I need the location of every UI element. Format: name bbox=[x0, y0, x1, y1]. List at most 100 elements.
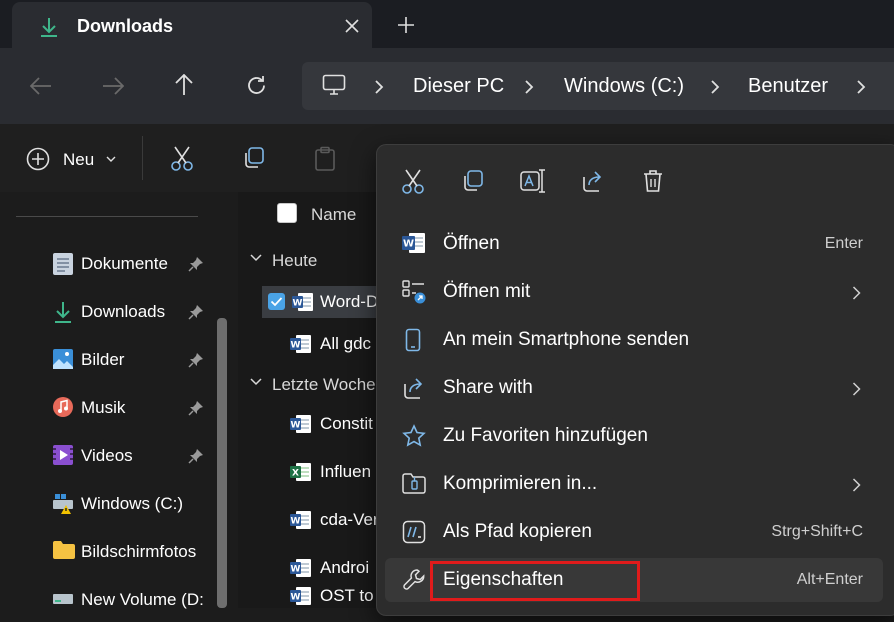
pin-icon[interactable] bbox=[188, 448, 204, 464]
tab-downloads[interactable]: Downloads bbox=[12, 2, 372, 48]
menu-item-label: An mein Smartphone senden bbox=[443, 329, 690, 350]
phone-icon bbox=[405, 328, 421, 352]
sidebar-item-windows-c[interactable]: Windows (C:) bbox=[0, 482, 236, 526]
menu-item-send-to-phone[interactable]: An mein Smartphone senden bbox=[385, 318, 883, 362]
plus-circle-icon[interactable] bbox=[26, 147, 50, 171]
word-icon: W bbox=[290, 334, 312, 354]
chevron-down-icon[interactable] bbox=[250, 254, 262, 262]
menu-item-label: Zu Favoriten hinzufügen bbox=[443, 425, 648, 446]
wrench-icon bbox=[402, 568, 426, 592]
svg-text:W: W bbox=[291, 593, 301, 603]
share-icon bbox=[402, 376, 426, 400]
group-header[interactable]: Heute bbox=[272, 251, 317, 271]
paste-icon[interactable] bbox=[314, 146, 336, 172]
file-name: Influen bbox=[320, 462, 372, 481]
sidebar-item-downloads[interactable]: Downloads bbox=[0, 290, 236, 334]
copy-icon[interactable] bbox=[461, 169, 485, 193]
share-icon[interactable] bbox=[581, 169, 605, 193]
menu-item-open-with[interactable]: Öffnen mit bbox=[385, 270, 883, 314]
arrow-left-icon[interactable] bbox=[30, 76, 52, 96]
breadcrumb-item[interactable]: Benutzer bbox=[748, 75, 828, 98]
file-row[interactable]: W OST to bbox=[262, 584, 382, 608]
svg-text:X: X bbox=[292, 469, 299, 479]
music-icon bbox=[52, 396, 74, 418]
pin-icon[interactable] bbox=[188, 400, 204, 416]
file-row[interactable]: W cda-Ver bbox=[262, 504, 382, 536]
download-icon bbox=[52, 300, 74, 324]
menu-item-add-favorites[interactable]: Zu Favoriten hinzufügen bbox=[385, 414, 883, 458]
menu-item-copy-as-path[interactable]: Als Pfad kopieren Strg+Shift+C bbox=[385, 510, 883, 554]
menu-item-share-with[interactable]: Share with bbox=[385, 366, 883, 410]
breadcrumb-item[interactable]: Dieser PC bbox=[413, 75, 504, 98]
chevron-right-icon[interactable] bbox=[856, 80, 866, 94]
chevron-right-icon bbox=[852, 382, 861, 396]
drive-c-icon bbox=[52, 492, 76, 516]
pin-icon[interactable] bbox=[188, 304, 204, 320]
sidebar-item-label: Windows (C:) bbox=[81, 494, 184, 513]
excel-icon: X bbox=[290, 462, 312, 482]
pin-icon[interactable] bbox=[188, 256, 204, 272]
cut-icon[interactable] bbox=[401, 169, 425, 195]
chevron-right-icon[interactable] bbox=[710, 80, 720, 94]
scrollbar[interactable] bbox=[217, 318, 227, 608]
zip-folder-icon bbox=[402, 472, 426, 494]
sidebar-item-bilder[interactable]: Bilder bbox=[0, 338, 236, 382]
sidebar-item-videos[interactable]: Videos bbox=[0, 434, 236, 478]
group-header[interactable]: Letzte Woche bbox=[272, 375, 376, 395]
word-icon: W bbox=[290, 510, 312, 530]
sidebar-item-label: Bildschirmfotos bbox=[81, 542, 197, 561]
word-icon: W bbox=[292, 292, 314, 312]
divider bbox=[16, 216, 198, 217]
sidebar-item-dokumente[interactable]: Dokumente bbox=[0, 242, 236, 286]
shortcut-label: Enter bbox=[824, 235, 863, 252]
menu-item-label: Komprimieren in... bbox=[443, 473, 598, 494]
sidebar-item-label: Musik bbox=[81, 398, 126, 417]
sidebar-item-new-volume-d[interactable]: New Volume (D: bbox=[0, 578, 236, 622]
chevron-right-icon[interactable] bbox=[374, 80, 384, 94]
context-menu: W Öffnen Enter Öffnen mit An mein Smartp… bbox=[376, 144, 894, 616]
drive-icon bbox=[52, 592, 74, 606]
chevron-down-icon[interactable] bbox=[106, 156, 116, 163]
breadcrumb-item[interactable]: Windows (C:) bbox=[564, 75, 684, 98]
pin-icon[interactable] bbox=[188, 352, 204, 368]
svg-text:W: W bbox=[291, 341, 301, 351]
pictures-icon bbox=[52, 348, 74, 370]
sidebar-item-musik[interactable]: Musik bbox=[0, 386, 236, 430]
select-all-checkbox[interactable] bbox=[277, 203, 297, 223]
file-row[interactable]: W All gdc bbox=[262, 328, 382, 360]
plus-icon[interactable] bbox=[397, 16, 415, 34]
sidebar-item-label: Downloads bbox=[81, 302, 166, 321]
computer-icon bbox=[322, 74, 346, 96]
checkbox-checked[interactable] bbox=[268, 293, 285, 310]
address-bar[interactable]: Dieser PC Windows (C:) Benutzer bbox=[302, 62, 894, 110]
chevron-down-icon[interactable] bbox=[250, 378, 262, 386]
navigation-pane: Dokumente Downloads Bilder Musik Videos bbox=[0, 192, 236, 609]
arrow-up-icon[interactable] bbox=[174, 74, 194, 96]
refresh-icon[interactable] bbox=[246, 75, 267, 96]
menu-item-open[interactable]: W Öffnen Enter bbox=[385, 222, 883, 266]
word-icon: W bbox=[290, 414, 312, 434]
sidebar-item-label: New Volume (D: bbox=[81, 590, 204, 609]
file-row[interactable]: W Constit bbox=[262, 408, 382, 440]
file-row[interactable]: W Androi bbox=[262, 552, 382, 584]
file-row[interactable]: W Word-D bbox=[262, 286, 382, 318]
close-icon[interactable] bbox=[344, 18, 360, 34]
rename-icon[interactable] bbox=[520, 169, 546, 193]
chevron-right-icon[interactable] bbox=[524, 80, 534, 94]
file-row[interactable]: X Influen bbox=[262, 456, 382, 488]
delete-icon[interactable] bbox=[642, 169, 664, 193]
menu-item-label: Als Pfad kopieren bbox=[443, 521, 592, 542]
arrow-right-icon[interactable] bbox=[102, 76, 124, 96]
menu-item-compress[interactable]: Komprimieren in... bbox=[385, 462, 883, 506]
svg-text:W: W bbox=[291, 565, 301, 575]
menu-item-label: Öffnen mit bbox=[443, 281, 531, 302]
word-icon: W bbox=[290, 558, 312, 578]
star-icon bbox=[402, 424, 426, 448]
cut-icon[interactable] bbox=[170, 146, 194, 172]
sidebar-item-bildschirmfotos[interactable]: Bildschirmfotos bbox=[0, 530, 236, 574]
new-button[interactable]: Neu bbox=[63, 150, 94, 170]
copy-icon[interactable] bbox=[242, 146, 266, 170]
column-header-name[interactable]: Name bbox=[311, 205, 356, 225]
divider bbox=[142, 136, 143, 180]
tab-title: Downloads bbox=[77, 16, 174, 36]
